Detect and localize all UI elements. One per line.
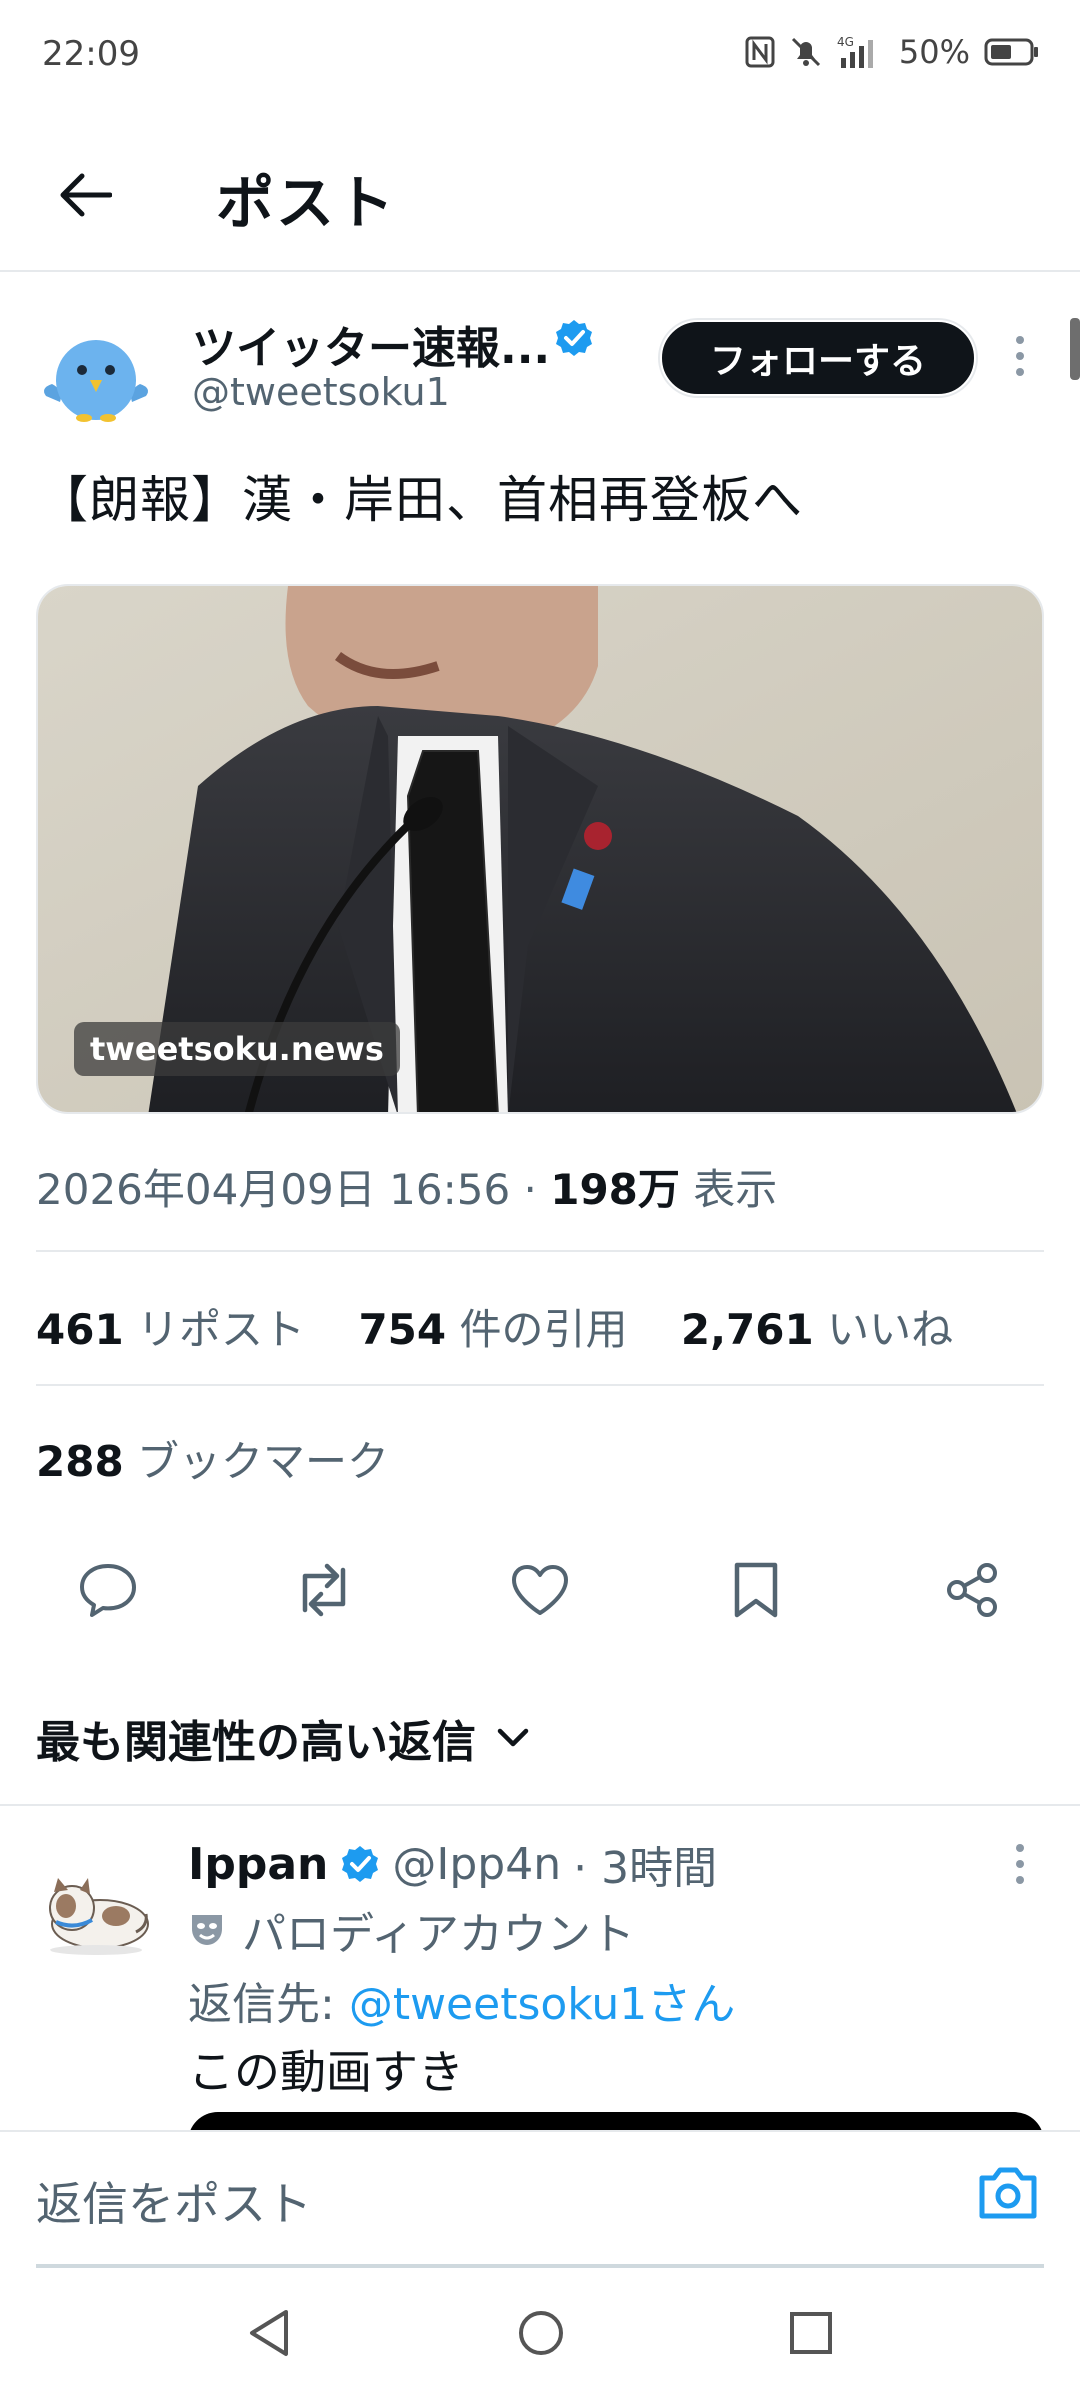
- mute-bell-icon: [789, 35, 823, 69]
- reply-time: · 3時間: [573, 1843, 718, 1894]
- status-icons: 4G 50%: [745, 30, 1040, 74]
- nav-home-icon[interactable]: [506, 2298, 576, 2368]
- reply-avatar[interactable]: [36, 1850, 158, 1972]
- reply-icon[interactable]: [72, 1554, 144, 1626]
- repost-icon[interactable]: [288, 1554, 360, 1626]
- nfc-icon: [745, 36, 775, 68]
- arrow-left-icon: [58, 172, 112, 218]
- reply-text: この動画すき: [188, 2045, 464, 2099]
- divider: [36, 1384, 1044, 1386]
- media-watermark: tweetsoku.news: [74, 1022, 400, 1076]
- bookmarks-label: ブックマーク: [123, 1437, 390, 1486]
- reply-header: Ippan @Ipp4n · 3時間: [188, 1832, 717, 1896]
- reply-input[interactable]: 返信をポスト: [36, 2168, 312, 2234]
- views-count: 198万: [550, 1165, 680, 1214]
- more-options-icon[interactable]: [1008, 332, 1032, 380]
- theater-mask-icon: [188, 1911, 226, 1949]
- bookmarks-stat[interactable]: 288 ブックマーク: [36, 1428, 389, 1489]
- like-icon[interactable]: [504, 1554, 576, 1626]
- battery-text: 50%: [898, 33, 970, 71]
- divider: [36, 1250, 1044, 1252]
- reply-author-handle[interactable]: @Ipp4n: [392, 1839, 561, 1890]
- reply-to-prefix: 返信先:: [188, 1979, 349, 2030]
- reply-to: 返信先: @tweetsoku1さん: [188, 1968, 735, 2032]
- back-button[interactable]: [50, 160, 120, 230]
- author-avatar[interactable]: [38, 318, 154, 434]
- follow-button[interactable]: フォローする: [660, 320, 976, 396]
- post-image[interactable]: tweetsoku.news: [36, 584, 1044, 1114]
- reply-to-handle-link[interactable]: @tweetsoku1さん: [349, 1979, 735, 2030]
- chevron-down-icon: [496, 1727, 530, 1749]
- system-nav-bar: [0, 2268, 1080, 2400]
- svg-text:4G: 4G: [837, 35, 854, 49]
- views-label: 表示: [679, 1165, 778, 1214]
- timestamp-row: 2026年04月09日 16:56 · 198万 表示: [36, 1156, 777, 1217]
- nav-back-icon[interactable]: [234, 2298, 304, 2368]
- verified-badge-icon: [554, 318, 594, 358]
- likes-stat[interactable]: 2,761 いいね: [681, 1305, 953, 1354]
- parody-text: パロディアカウント: [242, 1909, 635, 1960]
- timestamp: 2026年04月09日 16:56 ·: [36, 1165, 551, 1214]
- quotes-stat[interactable]: 754 件の引用: [358, 1305, 627, 1354]
- top-bar: ポスト: [0, 110, 1080, 272]
- replies-sort-label: 最も関連性の高い返信: [36, 1717, 476, 1768]
- share-icon[interactable]: [936, 1554, 1008, 1626]
- bookmark-icon[interactable]: [720, 1554, 792, 1626]
- page-title: ポスト: [216, 169, 397, 237]
- author-name[interactable]: ツイッター速報...: [192, 312, 550, 376]
- post-text: 【朗報】漢・岸田、首相再登板へ: [38, 471, 803, 529]
- compose-bar: 返信をポスト: [0, 2130, 1080, 2268]
- scroll-indicator: [1070, 318, 1080, 380]
- engagement-stats: 461 リポスト 754 件の引用 2,761 いいね: [36, 1296, 953, 1357]
- bookmarks-count: 288: [36, 1437, 124, 1486]
- replies-sort-selector[interactable]: 最も関連性の高い返信: [36, 1706, 530, 1770]
- status-time: 22:09: [42, 34, 140, 74]
- reply-author-name[interactable]: Ippan: [188, 1839, 328, 1890]
- status-bar: 22:09 4G 50%: [0, 0, 1080, 110]
- reposts-stat[interactable]: 461 リポスト: [36, 1305, 305, 1354]
- author-handle[interactable]: @tweetsoku1: [192, 370, 450, 414]
- signal-4g-icon: 4G: [837, 34, 885, 70]
- battery-icon: [984, 37, 1040, 67]
- verified-badge-icon: [340, 1844, 380, 1884]
- more-options-icon[interactable]: [1008, 1840, 1032, 1888]
- camera-icon[interactable]: [976, 2164, 1040, 2228]
- nav-recents-icon[interactable]: [776, 2298, 846, 2368]
- parody-label: パロディアカウント: [188, 1898, 635, 1962]
- divider: [0, 1804, 1080, 1806]
